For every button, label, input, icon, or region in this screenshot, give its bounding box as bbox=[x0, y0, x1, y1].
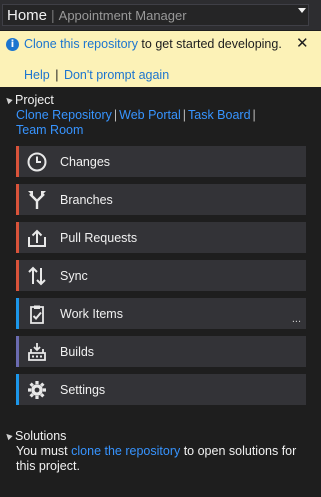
nav-tile-settings[interactable]: Settings bbox=[16, 374, 306, 405]
nav-label: Builds bbox=[60, 344, 95, 359]
accent-bar bbox=[16, 146, 19, 177]
collapse-triangle-icon[interactable] bbox=[4, 431, 13, 441]
nav-label: Work Items bbox=[60, 306, 123, 321]
branch-icon bbox=[25, 188, 49, 212]
clone-this-repository-link[interactable]: Clone this repository bbox=[24, 37, 138, 51]
chevron-down-icon[interactable] bbox=[298, 8, 306, 13]
collapse-triangle-icon[interactable] bbox=[4, 95, 13, 105]
solutions-message: You must clone the repository to open so… bbox=[16, 444, 306, 474]
team-room-link[interactable]: Team Room bbox=[16, 123, 83, 137]
accent-bar bbox=[16, 374, 19, 405]
project-name: Appointment Manager bbox=[58, 7, 187, 23]
help-link[interactable]: Help bbox=[24, 68, 50, 82]
task-board-link[interactable]: Task Board bbox=[188, 108, 251, 122]
web-portal-link[interactable]: Web Portal bbox=[119, 108, 181, 122]
accent-bar bbox=[16, 260, 19, 291]
accent-bar bbox=[16, 336, 19, 367]
accent-bar bbox=[16, 184, 19, 215]
nav-tile-builds[interactable]: Builds bbox=[16, 336, 306, 367]
clone-the-repository-link[interactable]: clone the repository bbox=[71, 444, 180, 458]
nav-label: Changes bbox=[60, 154, 111, 169]
info-separator: | bbox=[55, 68, 59, 82]
info-bar: i Clone this repository to get started d… bbox=[0, 31, 321, 87]
info-actions: Help | Don't prompt again bbox=[24, 68, 169, 82]
solutions-section-header[interactable]: Solutions bbox=[4, 429, 66, 443]
page-selector[interactable]: Home | Appointment Manager bbox=[2, 4, 309, 26]
pull-request-icon bbox=[25, 226, 49, 250]
project-heading: Project bbox=[15, 93, 54, 107]
nav-tile-sync[interactable]: Sync bbox=[16, 260, 306, 291]
clone-repository-link[interactable]: Clone Repository bbox=[16, 108, 112, 122]
nav-tile-changes[interactable]: Changes bbox=[16, 146, 306, 177]
title-separator: | bbox=[51, 7, 55, 23]
nav-label: Branches bbox=[60, 192, 113, 207]
solutions-heading: Solutions bbox=[15, 429, 67, 443]
build-icon bbox=[25, 340, 49, 364]
clipboard-check-icon bbox=[25, 302, 49, 326]
project-links: Clone Repository | Web Portal | Task Board | T… bbox=[16, 108, 276, 138]
link-separator: | bbox=[252, 108, 256, 122]
info-icon: i bbox=[6, 38, 19, 51]
sync-arrows-icon bbox=[25, 264, 49, 288]
dont-prompt-again-link[interactable]: Don't prompt again bbox=[64, 68, 169, 82]
gear-icon bbox=[25, 378, 49, 402]
close-icon[interactable]: ✕ bbox=[296, 35, 310, 51]
project-section-header[interactable]: Project bbox=[4, 93, 54, 107]
page-title: Home bbox=[7, 6, 48, 24]
solutions-text-before: You must bbox=[16, 444, 72, 458]
nav-label: Settings bbox=[60, 382, 106, 397]
nav-tile-work-items[interactable]: Work Items ... bbox=[16, 298, 306, 329]
accent-bar bbox=[16, 222, 19, 253]
nav-label: Sync bbox=[60, 268, 88, 283]
more-options-icon[interactable]: ... bbox=[292, 313, 301, 325]
nav-tile-branches[interactable]: Branches bbox=[16, 184, 306, 215]
nav-tile-pull-requests[interactable]: Pull Requests bbox=[16, 222, 306, 253]
info-message-text: to get started developing. bbox=[137, 37, 282, 51]
clock-icon bbox=[25, 150, 49, 174]
info-message: Clone this repository to get started dev… bbox=[24, 37, 282, 51]
accent-bar bbox=[16, 298, 19, 329]
link-separator: | bbox=[182, 108, 186, 122]
header-bar: Home | Appointment Manager bbox=[0, 0, 321, 30]
nav-label: Pull Requests bbox=[60, 230, 138, 245]
